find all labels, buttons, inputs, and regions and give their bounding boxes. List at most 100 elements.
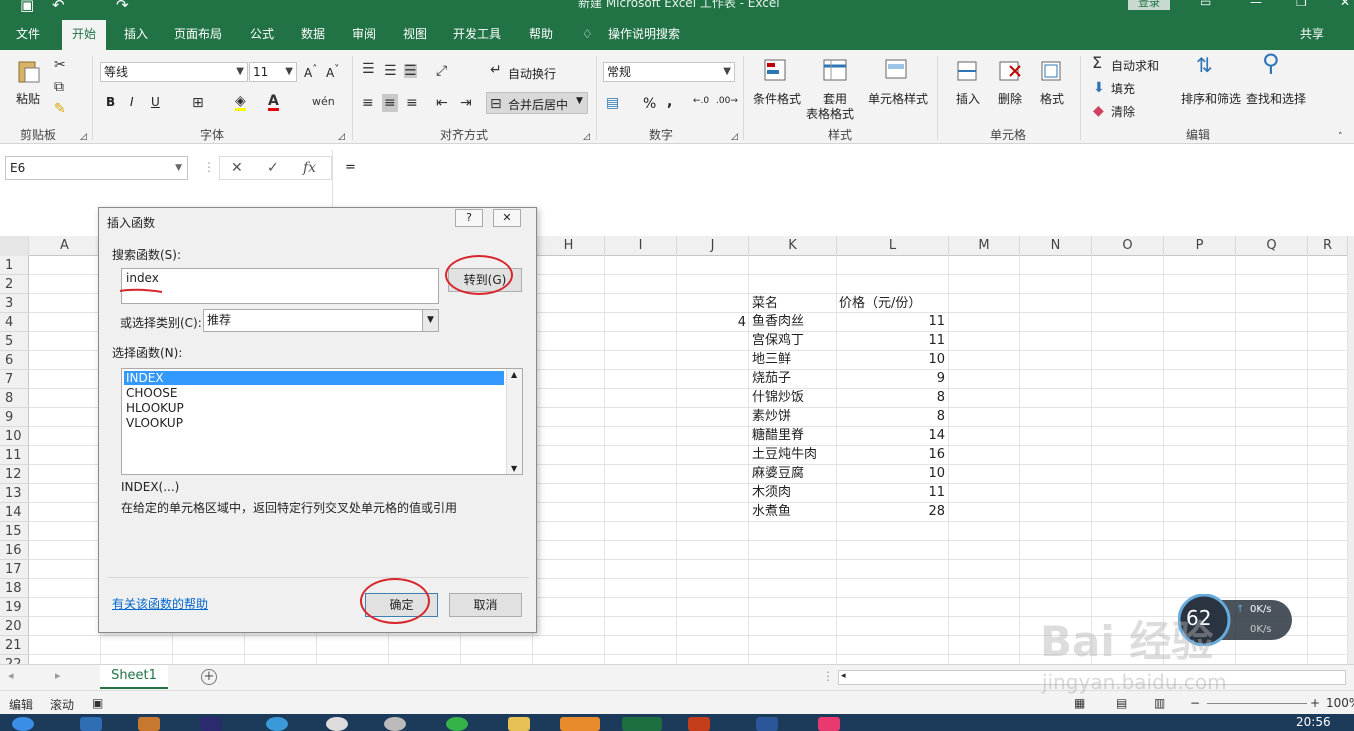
number-launcher-icon[interactable]: ◿	[731, 130, 738, 144]
splitter-icon[interactable]: ⋮	[822, 669, 834, 683]
alignment-launcher-icon[interactable]: ◿	[583, 130, 590, 144]
tab-file[interactable]: 文件	[16, 20, 40, 50]
cancel-button[interactable]: 取消	[449, 593, 522, 617]
search-icon[interactable]: ⚲	[1262, 51, 1280, 75]
column-header-l[interactable]: L	[837, 236, 949, 256]
format-cells-button[interactable]: 格式	[1040, 90, 1064, 107]
cell-k3[interactable]: 菜名	[752, 294, 778, 313]
cell-l6[interactable]: 10	[839, 350, 945, 369]
function-item-choose[interactable]: CHOOSE	[124, 386, 504, 400]
cell-k6[interactable]: 地三鲜	[752, 350, 791, 369]
help-icon[interactable]: ?	[455, 209, 483, 227]
zoom-level[interactable]: 100%	[1326, 696, 1354, 710]
font-size-select[interactable]: 11 ▼	[249, 62, 297, 82]
delete-cells-button[interactable]: 删除	[998, 90, 1022, 107]
sort-filter-button[interactable]: 排序和筛选	[1181, 90, 1241, 107]
align-middle-icon[interactable]: ☰	[384, 64, 397, 78]
align-top-icon[interactable]: ☰	[362, 62, 375, 76]
row-header-4[interactable]: 4	[0, 313, 29, 332]
align-left-icon[interactable]: ≡	[362, 96, 374, 110]
taskbar-app-icon[interactable]	[818, 717, 840, 731]
cell-l10[interactable]: 14	[839, 426, 945, 445]
cell-k5[interactable]: 宫保鸡丁	[752, 331, 804, 350]
column-header-m[interactable]: M	[949, 236, 1020, 256]
start-icon[interactable]	[12, 717, 34, 731]
find-select-button[interactable]: 查找和选择	[1246, 90, 1306, 107]
function-help-link[interactable]: 有关该函数的帮助	[112, 595, 208, 612]
tab-view[interactable]: 视图	[403, 20, 427, 50]
chat-app-icon[interactable]	[446, 717, 468, 731]
collapse-ribbon-icon[interactable]: ˄	[1338, 130, 1343, 144]
close-icon[interactable]: ✕	[493, 209, 521, 227]
font-name-select[interactable]: 等线 ▼	[100, 62, 248, 82]
scroll-up-icon[interactable]: ▲	[511, 370, 517, 379]
close-window-icon[interactable]: ✕	[1340, 0, 1350, 9]
row-header-9[interactable]: 9	[0, 408, 29, 427]
ribbon-display-icon[interactable]: ▭	[1200, 0, 1211, 9]
cell-k12[interactable]: 麻婆豆腐	[752, 464, 804, 483]
percent-button[interactable]: %	[643, 96, 656, 112]
cell-l3[interactable]: 价格（元/份）	[839, 294, 921, 313]
row-header-13[interactable]: 13	[0, 484, 29, 503]
row-header-11[interactable]: 11	[0, 446, 29, 465]
prev-sheet-icon[interactable]: ◂	[8, 669, 14, 682]
row-header-10[interactable]: 10	[0, 427, 29, 446]
decrease-decimal-icon[interactable]: .00→	[716, 96, 738, 106]
decrease-indent-icon[interactable]: ⇤	[436, 96, 448, 110]
column-header-p[interactable]: P	[1164, 236, 1236, 256]
next-sheet-icon[interactable]: ▸	[55, 669, 61, 682]
cell-k11[interactable]: 土豆炖牛肉	[752, 445, 817, 464]
function-list[interactable]: INDEX CHOOSE HLOOKUP VLOOKUP ▲ ▼	[121, 368, 523, 475]
clipboard-launcher-icon[interactable]: ◿	[80, 130, 87, 144]
cell-l7[interactable]: 9	[839, 369, 945, 388]
macro-record-icon[interactable]: ▣	[92, 696, 103, 710]
undo-icon[interactable]: ↶	[52, 0, 65, 14]
column-header-n[interactable]: N	[1020, 236, 1092, 256]
taskbar-app-icon[interactable]	[80, 717, 102, 731]
insert-cells-button[interactable]: 插入	[956, 90, 980, 107]
row-header-12[interactable]: 12	[0, 465, 29, 484]
fill-button[interactable]: 填充	[1111, 80, 1135, 97]
delete-cells-icon[interactable]	[996, 58, 1022, 84]
photoshop-icon[interactable]	[200, 717, 222, 731]
cell-k4[interactable]: 鱼香肉丝	[752, 312, 804, 331]
conditional-format-icon[interactable]	[763, 58, 789, 84]
row-header-20[interactable]: 20	[0, 617, 29, 636]
insert-function-icon[interactable]: fx	[303, 160, 316, 176]
align-right-icon[interactable]: ≡	[406, 96, 418, 110]
row-header-8[interactable]: 8	[0, 389, 29, 408]
format-painter-icon[interactable]: ✎	[54, 102, 66, 116]
excel-icon[interactable]	[622, 717, 662, 731]
cell-l9[interactable]: 8	[839, 407, 945, 426]
function-item-vlookup[interactable]: VLOOKUP	[124, 416, 504, 430]
orientation-icon[interactable]: ⤢	[436, 64, 447, 78]
cell-k7[interactable]: 烧茄子	[752, 369, 791, 388]
row-header-5[interactable]: 5	[0, 332, 29, 351]
autosum-icon[interactable]: Σ	[1092, 55, 1102, 71]
tell-me-search[interactable]: 操作说明搜索	[608, 20, 680, 50]
file-explorer-icon[interactable]	[508, 717, 530, 731]
cell-k10[interactable]: 糖醋里脊	[752, 426, 804, 445]
tab-home[interactable]: 开始	[62, 20, 107, 50]
taskbar-app-icon[interactable]	[138, 717, 160, 731]
row-header-2[interactable]: 2	[0, 275, 29, 294]
align-center-icon[interactable]: ≡	[382, 94, 398, 112]
row-header-15[interactable]: 15	[0, 522, 29, 541]
cancel-entry-icon[interactable]: ✕	[231, 160, 243, 176]
tab-review[interactable]: 审阅	[352, 20, 376, 50]
redo-icon[interactable]: ↷	[116, 0, 129, 14]
row-header-18[interactable]: 18	[0, 579, 29, 598]
maximize-icon[interactable]: ❐	[1296, 0, 1307, 9]
row-header-21[interactable]: 21	[0, 636, 29, 655]
cell-l8[interactable]: 8	[839, 388, 945, 407]
wrap-text-icon[interactable]: ↵	[490, 63, 502, 77]
row-header-19[interactable]: 19	[0, 598, 29, 617]
column-header-r[interactable]: R	[1308, 236, 1348, 256]
tab-developer[interactable]: 开发工具	[453, 20, 501, 50]
scroll-left-icon[interactable]: ◂	[841, 671, 846, 681]
grow-font-icon[interactable]: A˄	[304, 64, 317, 80]
function-list-scrollbar[interactable]: ▲ ▼	[506, 369, 522, 474]
insert-cells-icon[interactable]	[954, 58, 980, 84]
increase-decimal-icon[interactable]: ←.0	[693, 96, 709, 106]
login-button[interactable]: 登录	[1128, 0, 1170, 10]
